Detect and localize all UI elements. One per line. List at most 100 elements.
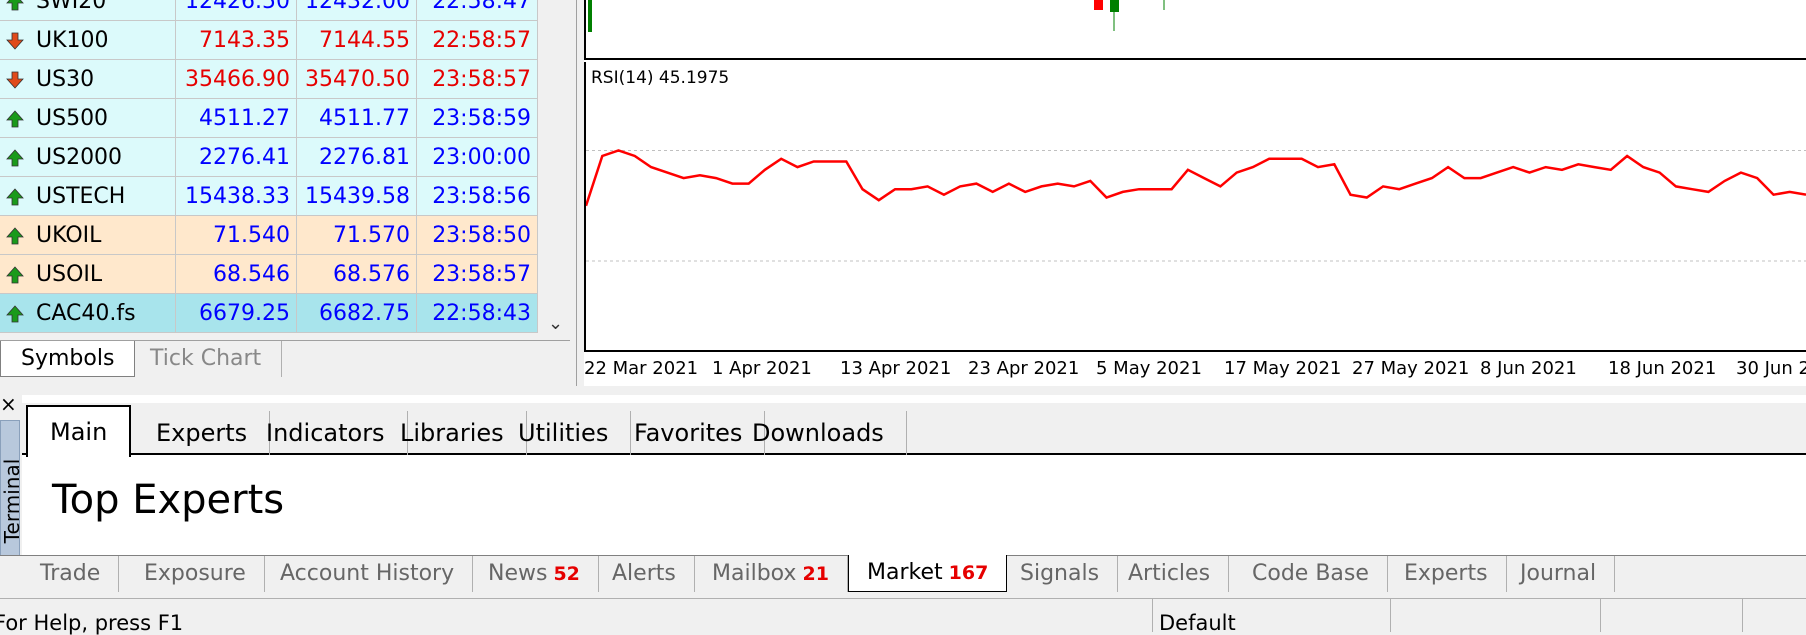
market-watch-tabs: Symbols Tick Chart — [0, 340, 570, 377]
scroll-down-icon[interactable]: ⌄ — [548, 313, 566, 334]
tab-label: Market — [867, 560, 943, 585]
symbol-name: CAC40.fs — [36, 301, 136, 326]
date-tick-label: 18 Jun 2021 — [1608, 358, 1717, 379]
symbol-cell[interactable]: UKOIL — [0, 216, 176, 255]
arrow-up-icon — [6, 227, 24, 245]
bid-cell: 2276.41 — [176, 138, 297, 177]
tab-label: Trade — [40, 561, 101, 586]
ask-cell: 7144.55 — [297, 21, 417, 60]
market-watch-row[interactable]: UKOIL 71.540 71.570 23:58:50 — [0, 216, 538, 255]
arrow-down-icon — [6, 32, 24, 50]
tab-label: News — [488, 561, 548, 586]
tab-symbols[interactable]: Symbols — [0, 341, 136, 377]
date-tick-label: 23 Apr 2021 — [968, 358, 1080, 379]
tab-mailbox[interactable]: Mailbox 21 — [694, 556, 848, 592]
symbol-cell[interactable]: US30 — [0, 60, 176, 99]
rsi-line — [586, 149, 1806, 207]
symbol-cell[interactable]: SWI20 — [0, 0, 176, 21]
market-watch-row[interactable]: CAC40.fs 6679.25 6682.75 22:58:43 — [0, 294, 538, 333]
ask-cell: 71.570 — [297, 216, 417, 255]
symbol-name: USOIL — [36, 262, 103, 287]
symbol-name: UK100 — [36, 28, 109, 53]
ask-cell: 6682.75 — [297, 294, 417, 333]
symbol-cell[interactable]: USOIL — [0, 255, 176, 294]
candle — [1110, 0, 1119, 12]
ask-cell: 2276.81 — [297, 138, 417, 177]
tab-articles[interactable]: Articles — [1110, 556, 1230, 592]
chart-window[interactable]: RSI(14) 45.1975 22 Mar 2021 1 Apr 2021 13 … — [584, 0, 1806, 386]
ask-cell: 4511.77 — [297, 99, 417, 138]
status-profile[interactable]: Default — [1152, 599, 1236, 635]
candles-svg — [588, 0, 1165, 32]
market-watch-row[interactable]: SWI20 12426.50 12432.00 22:58:47 — [0, 0, 538, 21]
ask-cell: 35470.50 — [297, 60, 417, 99]
market-watch-row[interactable]: USTECH 15438.33 15439.58 23:58:56 — [0, 177, 538, 216]
ask-cell: 12432.00 — [297, 0, 417, 21]
arrow-up-icon — [6, 110, 24, 128]
market-watch-row[interactable]: USOIL 68.546 68.576 23:58:57 — [0, 255, 538, 294]
tab-market[interactable]: Market 167 — [848, 555, 1008, 592]
arrow-up-icon — [6, 0, 24, 11]
market-watch-row[interactable]: US500 4511.27 4511.77 23:58:59 — [0, 99, 538, 138]
rsi-svg — [586, 149, 1806, 262]
tab-main[interactable]: Main — [26, 405, 132, 457]
time-cell: 23:58:56 — [417, 177, 538, 216]
symbol-cell[interactable]: CAC40.fs — [0, 294, 176, 333]
symbol-cell[interactable]: UK100 — [0, 21, 176, 60]
date-tick-label: 17 May 2021 — [1224, 358, 1342, 379]
status-separator — [1600, 599, 1601, 632]
date-axis: 22 Mar 2021 1 Apr 2021 13 Apr 2021 23 Apr 2… — [584, 352, 1806, 386]
tab-exposure[interactable]: Exposure — [126, 556, 265, 592]
tab-label: Alerts — [612, 561, 676, 586]
symbol-cell[interactable]: US2000 — [0, 138, 176, 177]
time-cell: 23:58:59 — [417, 99, 538, 138]
close-icon[interactable]: × — [0, 392, 17, 416]
tab-alerts[interactable]: Alerts — [594, 556, 695, 592]
time-cell: 23:58:50 — [417, 216, 538, 255]
candle — [588, 0, 592, 32]
count-badge: 167 — [948, 562, 989, 584]
status-separator — [1390, 599, 1391, 632]
tab-label: Exposure — [144, 561, 246, 586]
tab-code-base[interactable]: Code Base — [1234, 556, 1388, 592]
symbol-cell[interactable]: US500 — [0, 99, 176, 138]
date-tick-label: 1 Apr 2021 — [712, 358, 812, 379]
terminal-label: Terminal — [0, 458, 24, 544]
date-tick-label: 27 May 2021 — [1352, 358, 1470, 379]
tab-label: Articles — [1128, 561, 1211, 586]
time-cell: 22:58:43 — [417, 294, 538, 333]
tab-tick-chart[interactable]: Tick Chart — [130, 341, 283, 377]
price-pane[interactable] — [584, 0, 1806, 60]
bid-cell: 7143.35 — [176, 21, 297, 60]
symbol-name: USTECH — [36, 184, 126, 209]
bid-cell: 6679.25 — [176, 294, 297, 333]
tab-news[interactable]: News 52 — [470, 556, 599, 592]
symbol-name: UKOIL — [36, 223, 102, 248]
tab-downloads[interactable]: Downloads — [730, 411, 907, 455]
symbol-name: US30 — [36, 67, 95, 92]
rsi-pane[interactable]: RSI(14) 45.1975 — [584, 62, 1806, 352]
market-watch-row[interactable]: US30 35466.90 35470.50 23:58:57 — [0, 60, 538, 99]
tab-journal[interactable]: Journal — [1502, 556, 1616, 592]
tab-account-history[interactable]: Account History — [262, 556, 474, 592]
status-help-text: For Help, press F1 — [0, 611, 184, 635]
market-watch-row[interactable]: US2000 2276.41 2276.81 23:00:00 — [0, 138, 538, 177]
arrow-up-icon — [6, 305, 24, 323]
market-watch-row[interactable]: UK100 7143.35 7144.55 22:58:57 — [0, 21, 538, 60]
bid-cell: 12426.50 — [176, 0, 297, 21]
tab-signals[interactable]: Signals — [1002, 556, 1119, 592]
symbol-cell[interactable]: USTECH — [0, 177, 176, 216]
tab-experts[interactable]: Experts — [1386, 556, 1507, 592]
tab-label: Mailbox — [712, 561, 797, 586]
arrow-up-icon — [6, 266, 24, 284]
bid-cell: 68.546 — [176, 255, 297, 294]
bid-cell: 35466.90 — [176, 60, 297, 99]
symbol-name: US500 — [36, 106, 109, 131]
tab-label: Account History — [280, 561, 455, 586]
ask-cell: 15439.58 — [297, 177, 417, 216]
tab-trade[interactable]: Trade — [22, 556, 120, 592]
time-cell: 22:58:57 — [417, 21, 538, 60]
bid-cell: 15438.33 — [176, 177, 297, 216]
status-separator — [1742, 599, 1743, 632]
arrow-up-icon — [6, 188, 24, 206]
